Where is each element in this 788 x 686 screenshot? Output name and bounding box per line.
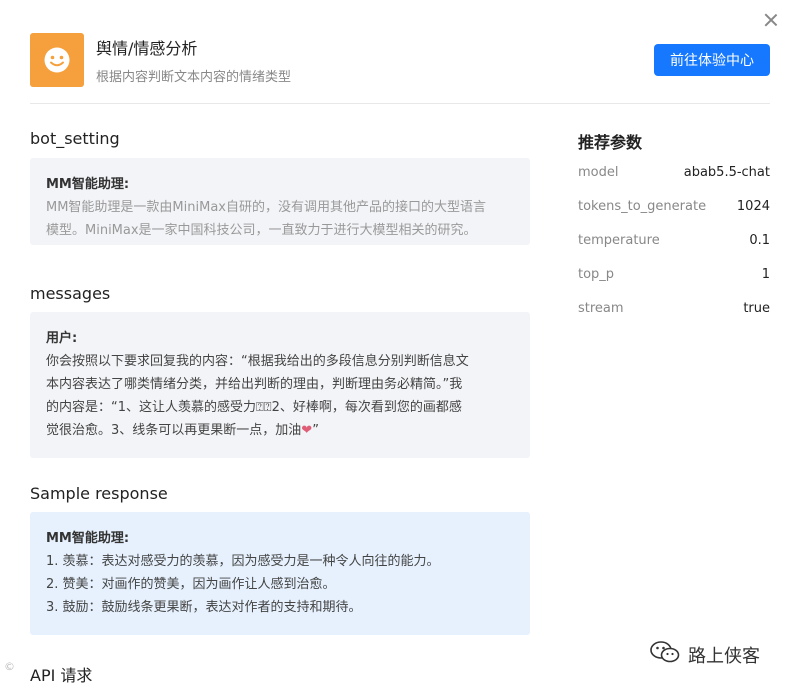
header-divider bbox=[30, 103, 770, 104]
param-value: true bbox=[743, 301, 770, 316]
param-value: 0.1 bbox=[749, 233, 770, 248]
sample-response-title: Sample response bbox=[30, 484, 168, 503]
response-item: 3. 鼓励：鼓励线条更果断，表达对作者的支持和期待。 bbox=[46, 600, 362, 615]
close-icon[interactable] bbox=[763, 12, 779, 28]
messages-title: messages bbox=[30, 284, 111, 303]
bot-setting-line: 模型。MiniMax是一家中国科技公司，一直致力于进行大模型相关的研究。 bbox=[46, 223, 477, 238]
messages-role: 用户: bbox=[46, 331, 78, 346]
param-value: 1024 bbox=[736, 199, 770, 214]
message-line: 的内容是：“1、这让人羡慕的感受力⍰⍰2、好棒啊，每次看到您的画都感 bbox=[46, 400, 462, 415]
go-to-experience-center-button[interactable]: 前往体验中心 bbox=[654, 44, 770, 76]
param-key: temperature bbox=[578, 233, 660, 248]
app-description: 根据内容判断文本内容的情绪类型 bbox=[96, 70, 292, 85]
app-title: 舆情/情感分析 bbox=[96, 39, 198, 58]
param-value: 1 bbox=[761, 267, 770, 282]
param-row-top-p: top_p 1 bbox=[578, 267, 770, 287]
param-row-stream: stream true bbox=[578, 301, 770, 321]
param-row-model: model abab5.5-chat bbox=[578, 165, 770, 185]
bot-setting-title: bot_setting bbox=[30, 129, 120, 148]
watermark-text: 路上侠客 bbox=[688, 645, 760, 667]
corner-mark: © bbox=[4, 660, 15, 673]
param-key: top_p bbox=[578, 267, 615, 282]
param-row-tokens: tokens_to_generate 1024 bbox=[578, 199, 770, 219]
response-item: 2. 赞美：对画作的赞美，因为画作让人感到治愈。 bbox=[46, 577, 336, 592]
wechat-watermark: 路上侠客 bbox=[650, 640, 760, 669]
bot-setting-role: MM智能助理: bbox=[46, 177, 130, 192]
params-title: 推荐参数 bbox=[578, 133, 643, 152]
param-key: tokens_to_generate bbox=[578, 199, 707, 214]
wechat-icon bbox=[650, 640, 680, 669]
message-line-text: 觉很治愈。3、线条可以再更果断一点，加油 bbox=[46, 423, 302, 438]
param-value: abab5.5-chat bbox=[683, 165, 770, 180]
response-item: 1. 羡慕：表达对感受力的羡慕，因为感受力是一种令人向往的能力。 bbox=[46, 554, 440, 569]
message-line-last: 觉很治愈。3、线条可以再更果断一点，加油❤” bbox=[46, 419, 514, 442]
app-header: 舆情/情感分析 根据内容判断文本内容的情绪类型 前往体验中心 bbox=[30, 33, 770, 103]
messages-box: 用户: 你会按照以下要求回复我的内容：“根据我给出的多段信息分别判断信息文 本内… bbox=[30, 312, 530, 458]
param-row-temperature: temperature 0.1 bbox=[578, 233, 770, 253]
api-request-title: API 请求 bbox=[30, 666, 93, 685]
param-key: model bbox=[578, 165, 619, 180]
bot-setting-line: MM智能助理是一款由MiniMax自研的，没有调用其他产品的接口的大型语言 bbox=[46, 200, 486, 215]
message-quote-end: ” bbox=[312, 423, 319, 438]
sample-response-box: MM智能助理: 1. 羡慕：表达对感受力的羡慕，因为感受力是一种令人向往的能力。… bbox=[30, 512, 530, 635]
smiley-icon bbox=[30, 33, 84, 87]
sample-response-role: MM智能助理: bbox=[46, 531, 130, 546]
bot-setting-box: MM智能助理: MM智能助理是一款由MiniMax自研的，没有调用其他产品的接口… bbox=[30, 158, 530, 245]
message-line: 本内容表达了哪类情绪分类，并给出判断的理由，判断理由务必精简。”我 bbox=[46, 377, 463, 392]
param-key: stream bbox=[578, 301, 624, 316]
message-line: 你会按照以下要求回复我的内容：“根据我给出的多段信息分别判断信息文 bbox=[46, 354, 469, 369]
heart-icon: ❤ bbox=[301, 423, 313, 438]
